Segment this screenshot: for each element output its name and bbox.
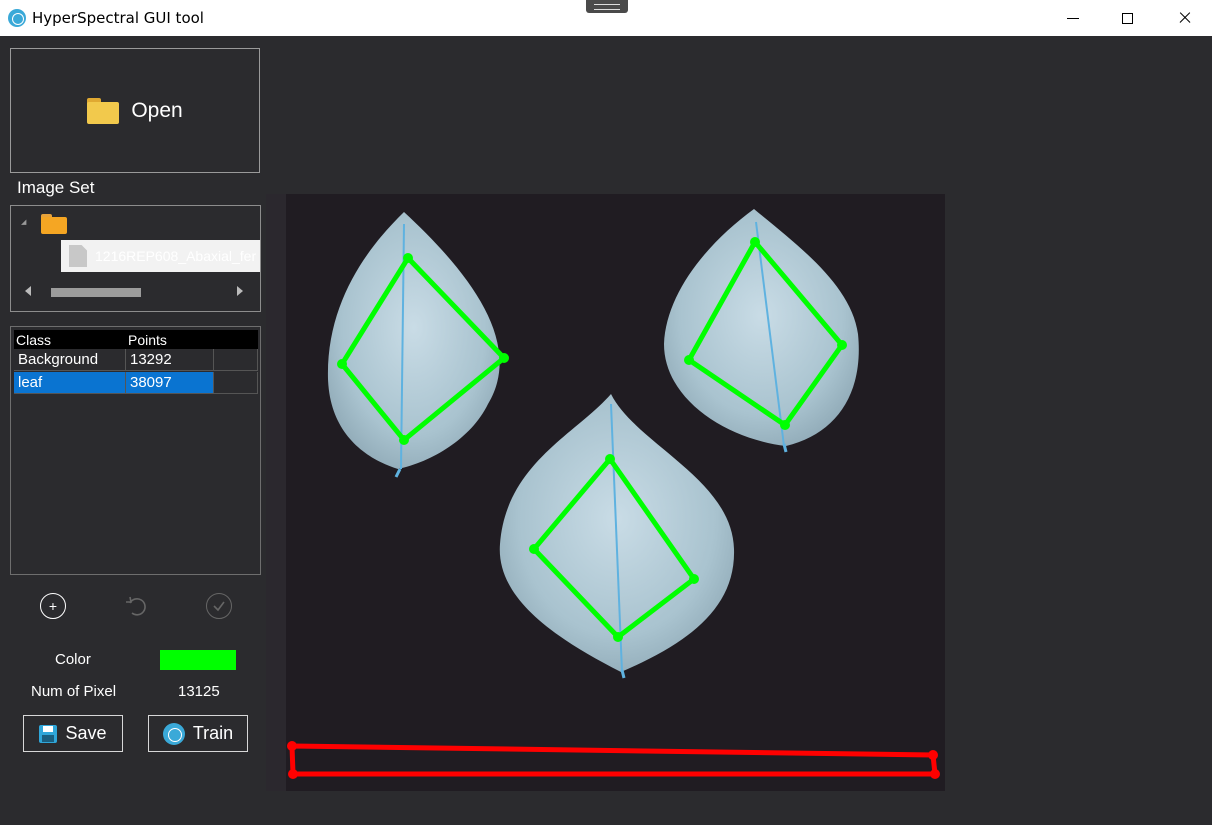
image-set-label: Image Set	[17, 178, 95, 197]
tree-folder-icon[interactable]	[41, 214, 67, 234]
app-brain-icon	[8, 9, 26, 27]
open-label: Open	[131, 98, 183, 122]
cell-points[interactable]: 38097	[126, 372, 214, 394]
train-button[interactable]: Train	[148, 715, 248, 752]
tree-file-name: 1216REP608_Abaxial_fer	[95, 248, 257, 264]
save-label: Save	[65, 723, 107, 743]
cell-empty[interactable]	[214, 372, 258, 394]
header-class: Class	[16, 332, 52, 348]
title-bar: HyperSpectral GUI tool	[0, 0, 1212, 36]
tree-expand-icon[interactable]: ◢	[21, 218, 26, 226]
train-label: Train	[192, 723, 234, 743]
scroll-left-icon[interactable]	[25, 286, 31, 296]
maximize-button[interactable]	[1100, 0, 1154, 36]
table-row[interactable]: Background 13292	[14, 349, 258, 372]
close-icon	[1178, 11, 1192, 25]
class-table[interactable]: Class Points Background 13292 leaf 38097	[10, 326, 261, 575]
window-title: HyperSpectral GUI tool	[32, 9, 204, 27]
open-button[interactable]: Open	[10, 48, 260, 173]
num-pixel-label: Num of Pixel	[31, 683, 117, 700]
floppy-disk-icon	[39, 724, 58, 743]
cell-empty[interactable]	[214, 349, 258, 371]
table-row-selected[interactable]: leaf 38097	[14, 372, 258, 395]
scroll-right-icon[interactable]	[237, 286, 243, 296]
add-class-button[interactable]: +	[40, 593, 66, 619]
num-pixel-value: 13125	[178, 683, 220, 700]
image-set-tree[interactable]: ◢ 1216REP608_Abaxial_fer	[10, 205, 261, 312]
image-canvas[interactable]	[266, 194, 945, 791]
close-button[interactable]	[1158, 0, 1212, 36]
color-swatch[interactable]	[160, 650, 236, 670]
plus-icon: +	[48, 598, 58, 614]
cell-class[interactable]: leaf	[14, 372, 126, 394]
horizontal-scrollbar-thumb[interactable]	[51, 288, 141, 297]
minimize-button[interactable]	[1046, 0, 1100, 36]
table-header: Class Points	[14, 330, 258, 349]
folder-icon	[87, 97, 120, 124]
confirm-button[interactable]	[206, 593, 232, 619]
check-icon	[213, 601, 225, 612]
tree-file-item[interactable]: 1216REP608_Abaxial_fer	[61, 240, 260, 272]
header-points: Points	[128, 332, 167, 348]
file-icon	[69, 245, 87, 267]
drag-handle[interactable]	[586, 0, 628, 13]
save-button[interactable]: Save	[23, 715, 123, 752]
maximize-icon	[1121, 12, 1133, 24]
brain-icon	[162, 722, 185, 745]
minimize-icon	[1067, 17, 1079, 19]
cell-points[interactable]: 13292	[126, 349, 214, 371]
color-label: Color	[55, 651, 91, 668]
background-annotation[interactable]	[287, 741, 940, 779]
undo-icon	[126, 596, 146, 616]
undo-button[interactable]	[123, 593, 149, 619]
cell-class[interactable]: Background	[14, 349, 126, 371]
annotation-layer[interactable]	[266, 194, 945, 791]
